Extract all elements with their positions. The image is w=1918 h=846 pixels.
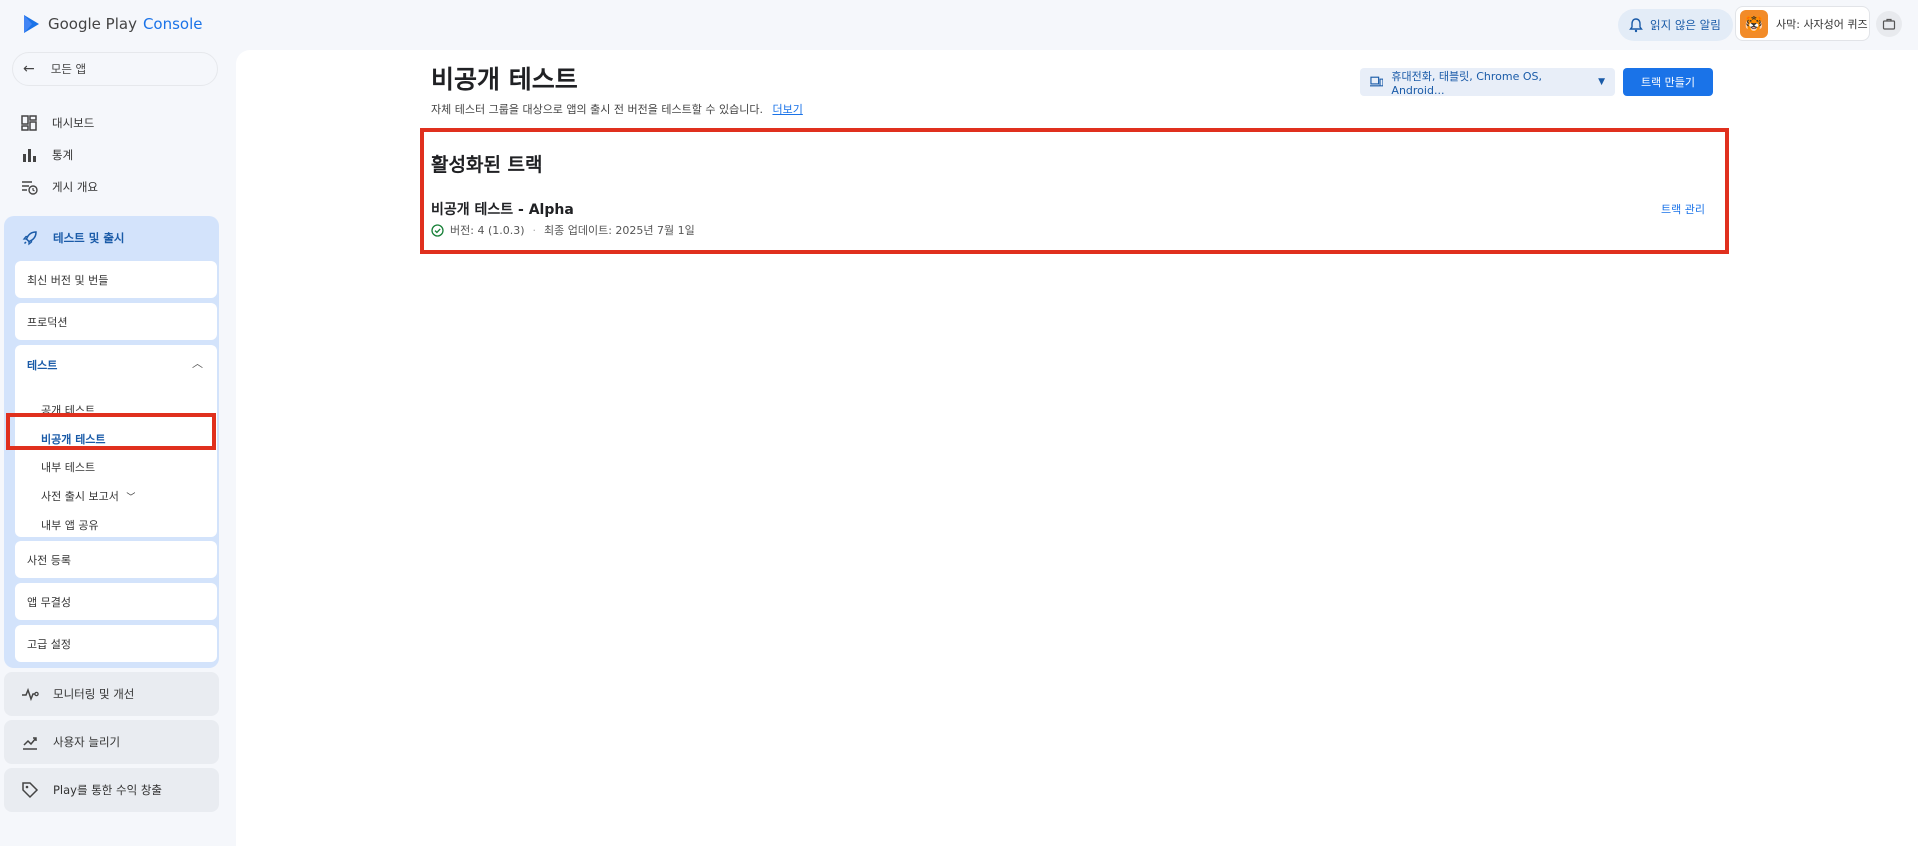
all-apps-label: 모든 앱 bbox=[50, 62, 87, 76]
sidebar-item-internal-app-sharing[interactable]: 내부 앱 공유 bbox=[41, 517, 99, 533]
dropdown-arrow-icon: ▼ bbox=[1598, 77, 1605, 87]
active-tracks-heading: 활성화된 트랙 bbox=[431, 154, 543, 176]
sidebar-item-label: 통계 bbox=[52, 148, 74, 162]
bar-chart-icon bbox=[23, 149, 36, 162]
sidebar-item-internal-testing[interactable]: 내부 테스트 bbox=[41, 459, 95, 475]
dashboard-icon bbox=[21, 115, 37, 131]
sidebar-item-pre-launch-report[interactable]: 사전 출시 보고서 ﹀ bbox=[41, 488, 135, 504]
sidebar-item-advanced-settings[interactable]: 고급 설정 bbox=[15, 625, 217, 662]
sidebar-item-label: 사용자 늘리기 bbox=[53, 735, 121, 749]
separator-dot: · bbox=[532, 223, 537, 237]
track-updated: 최종 업데이트: 2025년 7월 1일 bbox=[544, 224, 695, 237]
sidebar-item-latest-releases[interactable]: 최신 버전 및 번들 bbox=[15, 261, 217, 298]
test-and-release-header[interactable]: 테스트 및 출시 bbox=[4, 216, 219, 260]
sidebar-item-label: 사전 등록 bbox=[27, 553, 71, 567]
logo-brand: Google Play bbox=[48, 15, 137, 33]
sidebar-item-production[interactable]: 프로덕션 bbox=[15, 303, 217, 340]
account-switcher[interactable]: 🐯 사막: 사자성어 퀴즈 bbox=[1735, 6, 1870, 41]
device-select-value: 휴대전화, 태블릿, Chrome OS, Android... bbox=[1391, 69, 1543, 97]
sidebar: ← 모든 앱 대시보드 통계 게시 개요 테스트 및 출시 최신 버전 및 번들… bbox=[0, 50, 230, 846]
notifications-label: 읽지 않은 알림 bbox=[1650, 18, 1721, 32]
check-circle-icon bbox=[431, 223, 444, 237]
bell-icon bbox=[1629, 18, 1643, 33]
device-type-select[interactable]: 휴대전화, 태블릿, Chrome OS, Android... ▼ bbox=[1360, 68, 1615, 97]
sidebar-item-monitor-improve[interactable]: 모니터링 및 개선 bbox=[4, 672, 219, 716]
tag-icon bbox=[22, 782, 39, 799]
sidebar-item-publishing-overview[interactable]: 게시 개요 bbox=[20, 172, 220, 202]
sidebar-item-label: 프로덕션 bbox=[27, 315, 68, 329]
all-apps-link[interactable]: ← 모든 앱 bbox=[12, 52, 218, 86]
sidebar-item-monetize[interactable]: Play를 통한 수익 창출 bbox=[4, 768, 219, 812]
briefcase-button[interactable] bbox=[1876, 11, 1902, 37]
sidebar-item-label: 대시보드 bbox=[52, 116, 95, 130]
page-description: 자체 테스터 그룹을 대상으로 앱의 출시 전 버전을 테스트할 수 있습니다.… bbox=[431, 101, 803, 117]
testing-header[interactable]: 테스트 bbox=[27, 357, 57, 373]
sidebar-item-label: 앱 무결성 bbox=[27, 595, 71, 609]
track-version: 버전: 4 (1.0.3) bbox=[450, 224, 525, 237]
sidebar-item-label: Play를 통한 수익 창출 bbox=[53, 783, 163, 797]
sidebar-item-grow-users[interactable]: 사용자 늘리기 bbox=[4, 720, 219, 764]
sidebar-item-label: 고급 설정 bbox=[27, 637, 71, 651]
play-console-logo[interactable]: Google Play Console bbox=[22, 14, 203, 34]
manage-track-link[interactable]: 트랙 관리 bbox=[1661, 201, 1705, 217]
publishing-clock-icon bbox=[22, 181, 38, 195]
sidebar-item-label: 모니터링 및 개선 bbox=[53, 687, 135, 701]
briefcase-icon bbox=[1882, 18, 1896, 30]
chevron-up-icon[interactable]: ︿ bbox=[192, 355, 203, 371]
track-name: 비공개 테스트 - Alpha bbox=[431, 202, 574, 218]
sidebar-item-label: 게시 개요 bbox=[52, 180, 98, 194]
app-avatar: 🐯 bbox=[1740, 9, 1768, 38]
arrow-left-icon: ← bbox=[23, 61, 35, 77]
devices-icon bbox=[1370, 76, 1384, 87]
chevron-down-icon: ﹀ bbox=[126, 493, 136, 503]
pulse-icon bbox=[22, 687, 39, 702]
notifications-button[interactable]: 읽지 않은 알림 bbox=[1618, 9, 1733, 41]
test-and-release-label: 테스트 및 출시 bbox=[53, 231, 125, 245]
page-title: 비공개 테스트 bbox=[431, 65, 578, 94]
logo-product: Console bbox=[142, 15, 203, 33]
create-track-button[interactable]: 트랙 만들기 bbox=[1623, 68, 1713, 96]
page-description-text: 자체 테스터 그룹을 대상으로 앱의 출시 전 버전을 테스트할 수 있습니다. bbox=[431, 103, 763, 116]
play-logo-icon bbox=[24, 15, 39, 33]
sidebar-item-label: 최신 버전 및 번들 bbox=[27, 273, 109, 287]
account-name: 사막: 사자성어 퀴즈 bbox=[1776, 17, 1868, 31]
sidebar-item-pre-registration[interactable]: 사전 등록 bbox=[15, 541, 217, 578]
sidebar-item-statistics[interactable]: 통계 bbox=[20, 140, 220, 170]
sidebar-item-dashboard[interactable]: 대시보드 bbox=[20, 108, 220, 138]
sidebar-item-app-integrity[interactable]: 앱 무결성 bbox=[15, 583, 217, 620]
rocket-icon bbox=[22, 231, 37, 246]
learn-more-link[interactable]: 더보기 bbox=[772, 103, 802, 116]
top-bar: Google Play Console 읽지 않은 알림 🐯 사막: 사자성어 … bbox=[0, 0, 1918, 50]
track-meta: 버전: 4 (1.0.3) · 최종 업데이트: 2025년 7월 1일 bbox=[431, 222, 695, 238]
highlight-closed-testing bbox=[6, 413, 216, 450]
grow-users-icon bbox=[23, 737, 37, 750]
sidebar-item-label: 사전 출시 보고서 bbox=[41, 490, 119, 503]
